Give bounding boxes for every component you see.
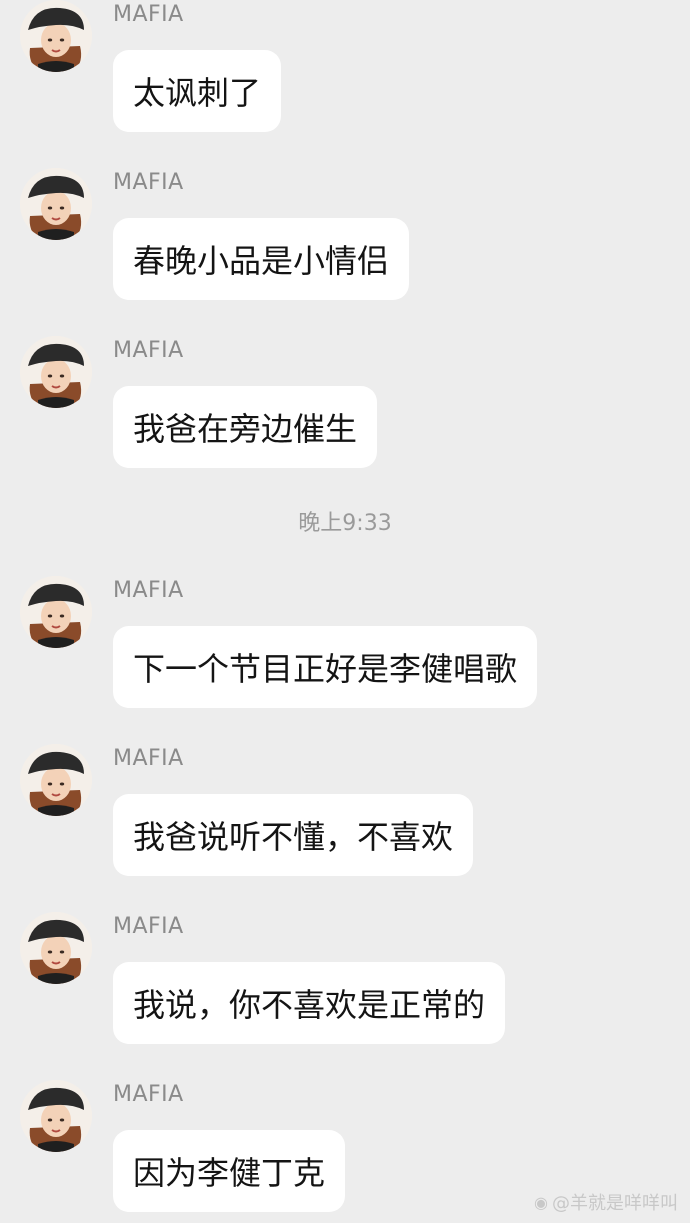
message-bubble[interactable]: 春晚小品是小情侣	[113, 218, 410, 300]
avatar[interactable]	[20, 1080, 92, 1152]
message-row: MAFIA 我爸在旁边催生	[0, 336, 690, 476]
message-bubble[interactable]: 太讽刺了	[113, 50, 282, 132]
sender-name: MAFIA	[113, 2, 184, 27]
message-row: MAFIA 我说，你不喜欢是正常的	[0, 912, 690, 1052]
sender-name: MAFIA	[113, 914, 184, 939]
watermark-text: @羊就是咩咩叫	[552, 1193, 678, 1214]
avatar-icon	[20, 0, 92, 72]
avatar-icon	[20, 912, 92, 984]
avatar[interactable]	[20, 576, 92, 648]
sender-name: MAFIA	[113, 1082, 184, 1107]
message-row: MAFIA 太讽刺了	[0, 0, 690, 140]
avatar[interactable]	[20, 0, 92, 72]
avatar-icon	[20, 744, 92, 816]
message-row: MAFIA 春晚小品是小情侣	[0, 168, 690, 308]
avatar-icon	[20, 576, 92, 648]
avatar-icon	[20, 1080, 92, 1152]
message-bubble[interactable]: 下一个节目正好是李健唱歌	[113, 626, 538, 708]
weibo-icon: ◉	[534, 1192, 548, 1212]
sender-name: MAFIA	[113, 746, 184, 771]
avatar[interactable]	[20, 912, 92, 984]
avatar-icon	[20, 168, 92, 240]
message-bubble[interactable]: 因为李健丁克	[113, 1130, 346, 1212]
watermark: ◉ @羊就是咩咩叫	[534, 1189, 678, 1215]
timestamp: 晚上9:33	[298, 511, 392, 536]
message-bubble[interactable]: 我爸在旁边催生	[113, 386, 378, 468]
sender-name: MAFIA	[113, 170, 184, 195]
sender-name: MAFIA	[113, 578, 184, 603]
avatar[interactable]	[20, 744, 92, 816]
avatar[interactable]	[20, 336, 92, 408]
chat-window: MAFIA 太讽刺了 MAFIA 春晚小品是小情侣 MAFIA 我爸在旁边催生 …	[0, 0, 690, 1223]
avatar[interactable]	[20, 168, 92, 240]
message-bubble[interactable]: 我说，你不喜欢是正常的	[113, 962, 506, 1044]
message-row: MAFIA 我爸说听不懂，不喜欢	[0, 744, 690, 884]
message-bubble[interactable]: 我爸说听不懂，不喜欢	[113, 794, 474, 876]
avatar-icon	[20, 336, 92, 408]
message-row: MAFIA 下一个节目正好是李健唱歌	[0, 576, 690, 716]
sender-name: MAFIA	[113, 338, 184, 363]
